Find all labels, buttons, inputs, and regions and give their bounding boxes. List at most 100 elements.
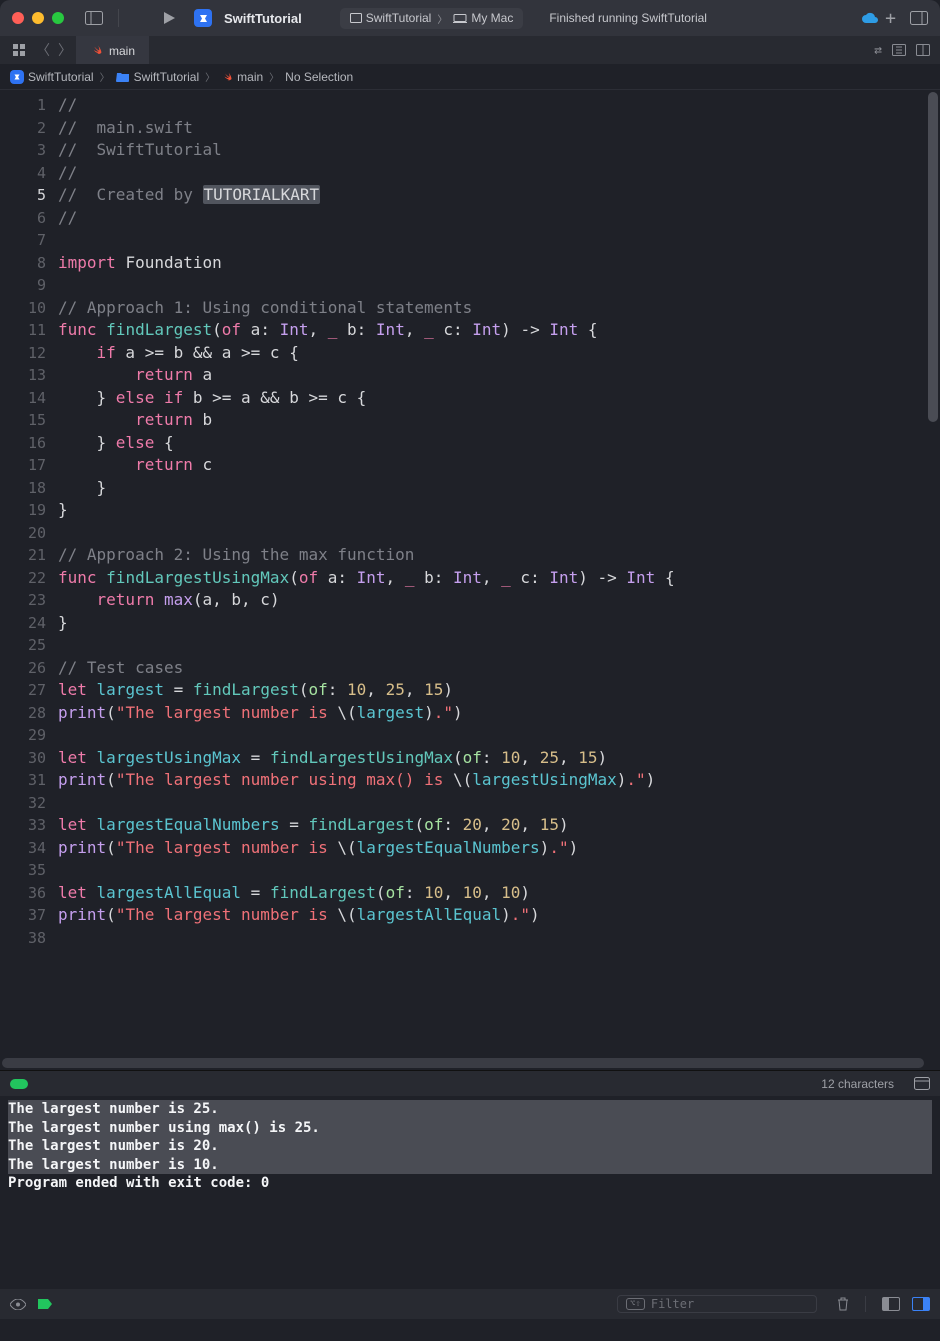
code-line: import Foundation [58,252,926,275]
line-number[interactable]: 6 [0,207,46,230]
close-window-button[interactable] [12,12,24,24]
code-line [58,634,926,657]
window-controls [12,12,64,24]
code-line: } else if b >= a && b >= c { [58,387,926,410]
jump-symbol[interactable]: No Selection [285,70,353,84]
code-line [58,724,926,747]
line-number[interactable]: 37 [0,904,46,927]
line-number[interactable]: 20 [0,522,46,545]
line-number[interactable]: 24 [0,612,46,635]
line-number[interactable]: 12 [0,342,46,365]
code-line [58,859,926,882]
history-icon[interactable]: ⇄ [874,43,882,58]
line-number[interactable]: 13 [0,364,46,387]
line-number[interactable]: 17 [0,454,46,477]
add-editor-icon[interactable] [916,44,930,56]
build-status: Finished running SwiftTutorial [549,11,843,25]
line-number[interactable]: 5 [0,184,46,207]
minimize-window-button[interactable] [32,12,44,24]
code-line: func findLargestUsingMax(of a: Int, _ b:… [58,567,926,590]
code-line [58,229,926,252]
line-number[interactable]: 14 [0,387,46,410]
related-items-icon[interactable] [6,36,32,64]
scheme-selector[interactable]: SwiftTutorial 〉 My Mac [340,8,524,29]
console-line: The largest number using max() is 25. [8,1119,932,1138]
code-line: return c [58,454,926,477]
jump-project-label: SwiftTutorial [28,70,94,84]
forward-button[interactable]: 〉 [54,36,76,64]
line-number[interactable]: 4 [0,162,46,185]
line-number[interactable]: 34 [0,837,46,860]
line-number[interactable]: 31 [0,769,46,792]
filter-field[interactable]: ⌥⇧ Filter [617,1295,817,1313]
line-number[interactable]: 29 [0,724,46,747]
console-view-toggle[interactable] [912,1297,930,1311]
line-number[interactable]: 23 [0,589,46,612]
line-number[interactable]: 1 [0,94,46,117]
line-number[interactable]: 27 [0,679,46,702]
line-number[interactable]: 30 [0,747,46,770]
breakpoint-icon[interactable] [38,1299,52,1309]
code-line: print("The largest number using max() is… [58,769,926,792]
tabbar: 〈 〉 main ⇄ [0,36,940,64]
line-number[interactable]: 18 [0,477,46,500]
line-number[interactable]: 16 [0,432,46,455]
line-number[interactable]: 35 [0,859,46,882]
line-number[interactable]: 26 [0,657,46,680]
sidebar-toggle-icon[interactable] [84,10,104,26]
scrollbar-vertical[interactable] [926,90,940,1056]
line-number[interactable]: 2 [0,117,46,140]
tab-main[interactable]: main [76,36,149,64]
code-line: // Approach 1: Using conditional stateme… [58,297,926,320]
code-line: // Created by TUTORIALKART [58,184,926,207]
code-line: print("The largest number is \(largestEq… [58,837,926,860]
line-number[interactable]: 22 [0,567,46,590]
project-icon [10,70,24,84]
code-area[interactable]: //// main.swift// SwiftTutorial//// Crea… [58,90,926,1056]
code-line: func findLargest(of a: Int, _ b: Int, _ … [58,319,926,342]
zoom-window-button[interactable] [52,12,64,24]
back-button[interactable]: 〈 [32,36,54,64]
line-number[interactable]: 32 [0,792,46,815]
code-line: // main.swift [58,117,926,140]
line-number[interactable]: 36 [0,882,46,905]
jump-file[interactable]: main [221,70,263,84]
trash-icon[interactable] [837,1297,849,1311]
view-icon[interactable] [10,1299,26,1310]
line-number[interactable]: 8 [0,252,46,275]
line-number[interactable]: 15 [0,409,46,432]
filter-scope-icon: ⌥⇧ [626,1298,645,1310]
variables-view-toggle[interactable] [882,1297,900,1311]
adjust-editor-icon[interactable] [892,44,906,56]
code-line: return a [58,364,926,387]
line-number[interactable]: 38 [0,927,46,950]
code-line: } [58,477,926,500]
chevron-right-icon: 〉 [269,69,279,84]
add-button[interactable]: + [885,8,896,29]
line-number[interactable]: 21 [0,544,46,567]
jump-folder[interactable]: SwiftTutorial [116,70,200,84]
cloud-icon[interactable] [861,12,877,24]
code-line: // Test cases [58,657,926,680]
line-number[interactable]: 9 [0,274,46,297]
code-line: if a >= b && a >= c { [58,342,926,365]
line-number[interactable]: 28 [0,702,46,725]
line-number[interactable]: 10 [0,297,46,320]
scrollbar-horizontal[interactable] [2,1058,924,1068]
console-output[interactable]: The largest number is 25.The largest num… [0,1096,940,1289]
jump-project[interactable]: SwiftTutorial [10,70,94,84]
status-indicator [10,1079,28,1089]
run-button[interactable] [163,11,176,25]
line-number[interactable]: 19 [0,499,46,522]
code-line: print("The largest number is \(largestAl… [58,904,926,927]
line-number[interactable]: 11 [0,319,46,342]
line-number[interactable]: 7 [0,229,46,252]
code-line: } [58,499,926,522]
line-number[interactable]: 3 [0,139,46,162]
library-toggle-icon[interactable] [910,11,928,25]
line-number[interactable]: 33 [0,814,46,837]
inspector-icon[interactable] [914,1077,930,1090]
line-number-gutter: 1234567891011121314151617181920212223242… [0,90,58,1056]
line-number[interactable]: 25 [0,634,46,657]
code-line: // [58,94,926,117]
